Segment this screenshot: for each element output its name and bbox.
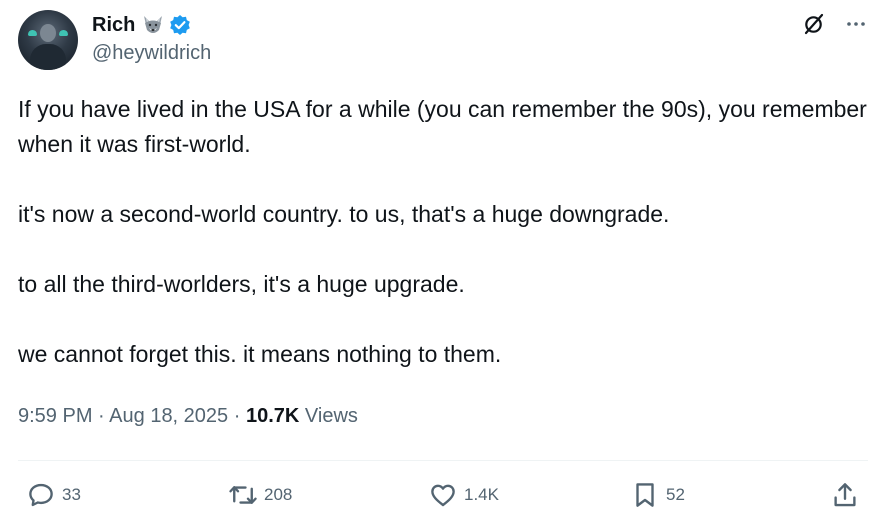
bookmark-icon [636,483,654,507]
tweet-text: If you have lived in the USA for a while… [18,92,868,407]
verified-badge-icon[interactable] [169,14,191,36]
author-display-name[interactable]: Rich [92,14,135,37]
views-label: Views [304,405,358,427]
repost-button[interactable]: 208 [228,480,292,510]
repost-count: 208 [264,485,293,504]
meta-separator: · [233,405,241,427]
tweet-time[interactable]: 9:59 PM [18,405,92,427]
avatar-lamp-right [59,30,68,36]
tweet-paragraph: we cannot forget this. it means nothing … [18,341,502,367]
author-handle[interactable]: @heywildrich [92,42,211,65]
tweet-meta: 9:59 PM · Aug 18, 2025 · 10.7K Views [18,405,358,428]
avatar[interactable] [18,10,78,70]
reply-icon [29,483,53,507]
tweet-paragraph: If you have lived in the USA for a while… [18,96,867,157]
wolf-face-emoji-icon [141,14,165,36]
bookmark-count: 52 [666,485,685,504]
reply-button[interactable]: 33 [26,480,81,510]
tweet-date[interactable]: Aug 18, 2025 [109,405,228,427]
tweet-paragraph: to all the third-worlders, it's a huge u… [18,271,465,297]
reply-count: 33 [62,485,81,504]
avatar-lamp-left [28,30,37,36]
share-icon [834,483,856,507]
grok-icon[interactable] [802,12,826,36]
author-name-row: Rich [92,12,191,38]
tweet-paragraph: it's now a second-world country. to us, … [18,201,670,227]
like-button[interactable]: 1.4K [428,480,499,510]
avatar-head [40,24,56,42]
divider [18,460,868,461]
repost-icon [229,486,257,504]
views-count: 10.7K [245,405,300,427]
meta-separator: · [98,405,105,427]
top-actions [802,12,868,36]
bookmark-button[interactable]: 52 [630,480,685,510]
like-icon [431,484,455,507]
more-icon[interactable] [844,12,868,36]
tweet-card: Rich @heywildrich If you have lived in t… [0,0,886,522]
like-count: 1.4K [464,485,499,504]
share-button[interactable] [830,480,866,510]
avatar-body [30,44,66,70]
